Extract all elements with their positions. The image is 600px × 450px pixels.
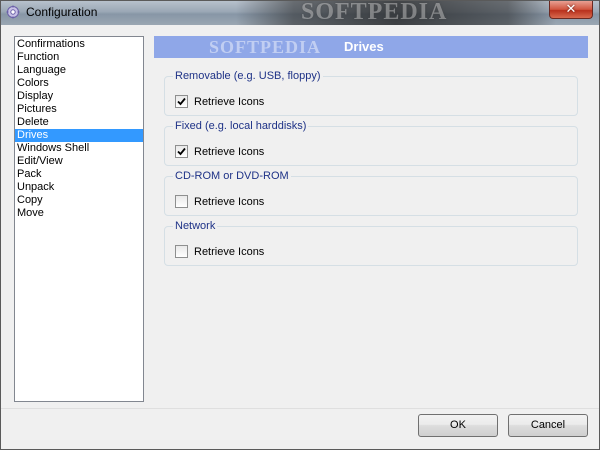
category-item-copy[interactable]: Copy xyxy=(15,194,143,207)
category-item-confirmations[interactable]: Confirmations xyxy=(15,38,143,51)
group-legend: Network xyxy=(173,219,218,233)
category-item-windows-shell[interactable]: Windows Shell xyxy=(15,142,143,155)
category-item-language[interactable]: Language xyxy=(15,64,143,77)
checked-checkbox[interactable] xyxy=(175,145,188,158)
drive-group: Removable (e.g. USB, floppy) Retrieve Ico… xyxy=(164,69,578,116)
panel-header: SOFTPEDIA Drives xyxy=(154,36,588,58)
category-list[interactable]: Confirmations Function Language Colors Displ… xyxy=(14,36,144,402)
panel-title: Drives xyxy=(344,39,384,54)
group-legend: CD-ROM or DVD-ROM xyxy=(173,169,291,183)
retrieve-icons-option[interactable]: Retrieve Icons xyxy=(175,245,264,258)
retrieve-icons-option[interactable]: Retrieve Icons xyxy=(175,145,264,158)
retrieve-icons-label: Retrieve Icons xyxy=(194,95,265,108)
cancel-button[interactable]: Cancel xyxy=(508,414,588,437)
checkmark-icon xyxy=(177,147,186,156)
retrieve-icons-label: Retrieve Icons xyxy=(194,195,265,208)
category-item-display[interactable]: Display xyxy=(15,90,143,103)
category-item-colors[interactable]: Colors xyxy=(15,77,143,90)
close-icon: ✕ xyxy=(565,2,577,17)
group-legend: Fixed (e.g. local harddisks) xyxy=(173,119,309,133)
category-item-move[interactable]: Move xyxy=(15,207,143,220)
configuration-window: SOFTPEDIA Configuration ✕ Confirmations F… xyxy=(0,0,600,450)
category-item-unpack[interactable]: Unpack xyxy=(15,181,143,194)
title-bar-watermark: SOFTPEDIA xyxy=(301,1,448,25)
category-item-delete[interactable]: Delete xyxy=(15,116,143,129)
group-legend: Removable (e.g. USB, floppy) xyxy=(173,69,323,83)
checked-checkbox[interactable] xyxy=(175,95,188,108)
app-gear-icon[interactable] xyxy=(6,5,20,19)
drive-group: CD-ROM or DVD-ROM Retrieve Icons xyxy=(164,169,578,216)
checkmark-icon xyxy=(177,97,186,106)
drive-group: Fixed (e.g. local harddisks) Retrieve Ico… xyxy=(164,119,578,166)
retrieve-icons-label: Retrieve Icons xyxy=(194,145,265,158)
category-item-drives[interactable]: Drives xyxy=(15,129,143,142)
panel-header-watermark: SOFTPEDIA xyxy=(209,37,322,57)
close-button[interactable]: ✕ xyxy=(549,1,593,19)
retrieve-icons-label: Retrieve Icons xyxy=(194,245,265,258)
category-item-pictures[interactable]: Pictures xyxy=(15,103,143,116)
category-item-function[interactable]: Function xyxy=(15,51,143,64)
category-item-pack[interactable]: Pack xyxy=(15,168,143,181)
ok-button[interactable]: OK xyxy=(418,414,498,437)
retrieve-icons-option[interactable]: Retrieve Icons xyxy=(175,95,264,108)
title-bar[interactable]: SOFTPEDIA Configuration ✕ xyxy=(1,1,599,25)
unchecked-checkbox[interactable] xyxy=(175,245,188,258)
retrieve-icons-option[interactable]: Retrieve Icons xyxy=(175,195,264,208)
drive-group: Network Retrieve Icons xyxy=(164,219,578,266)
window-title: Configuration xyxy=(26,5,98,19)
unchecked-checkbox[interactable] xyxy=(175,195,188,208)
category-item-edit-view[interactable]: Edit/View xyxy=(15,155,143,168)
